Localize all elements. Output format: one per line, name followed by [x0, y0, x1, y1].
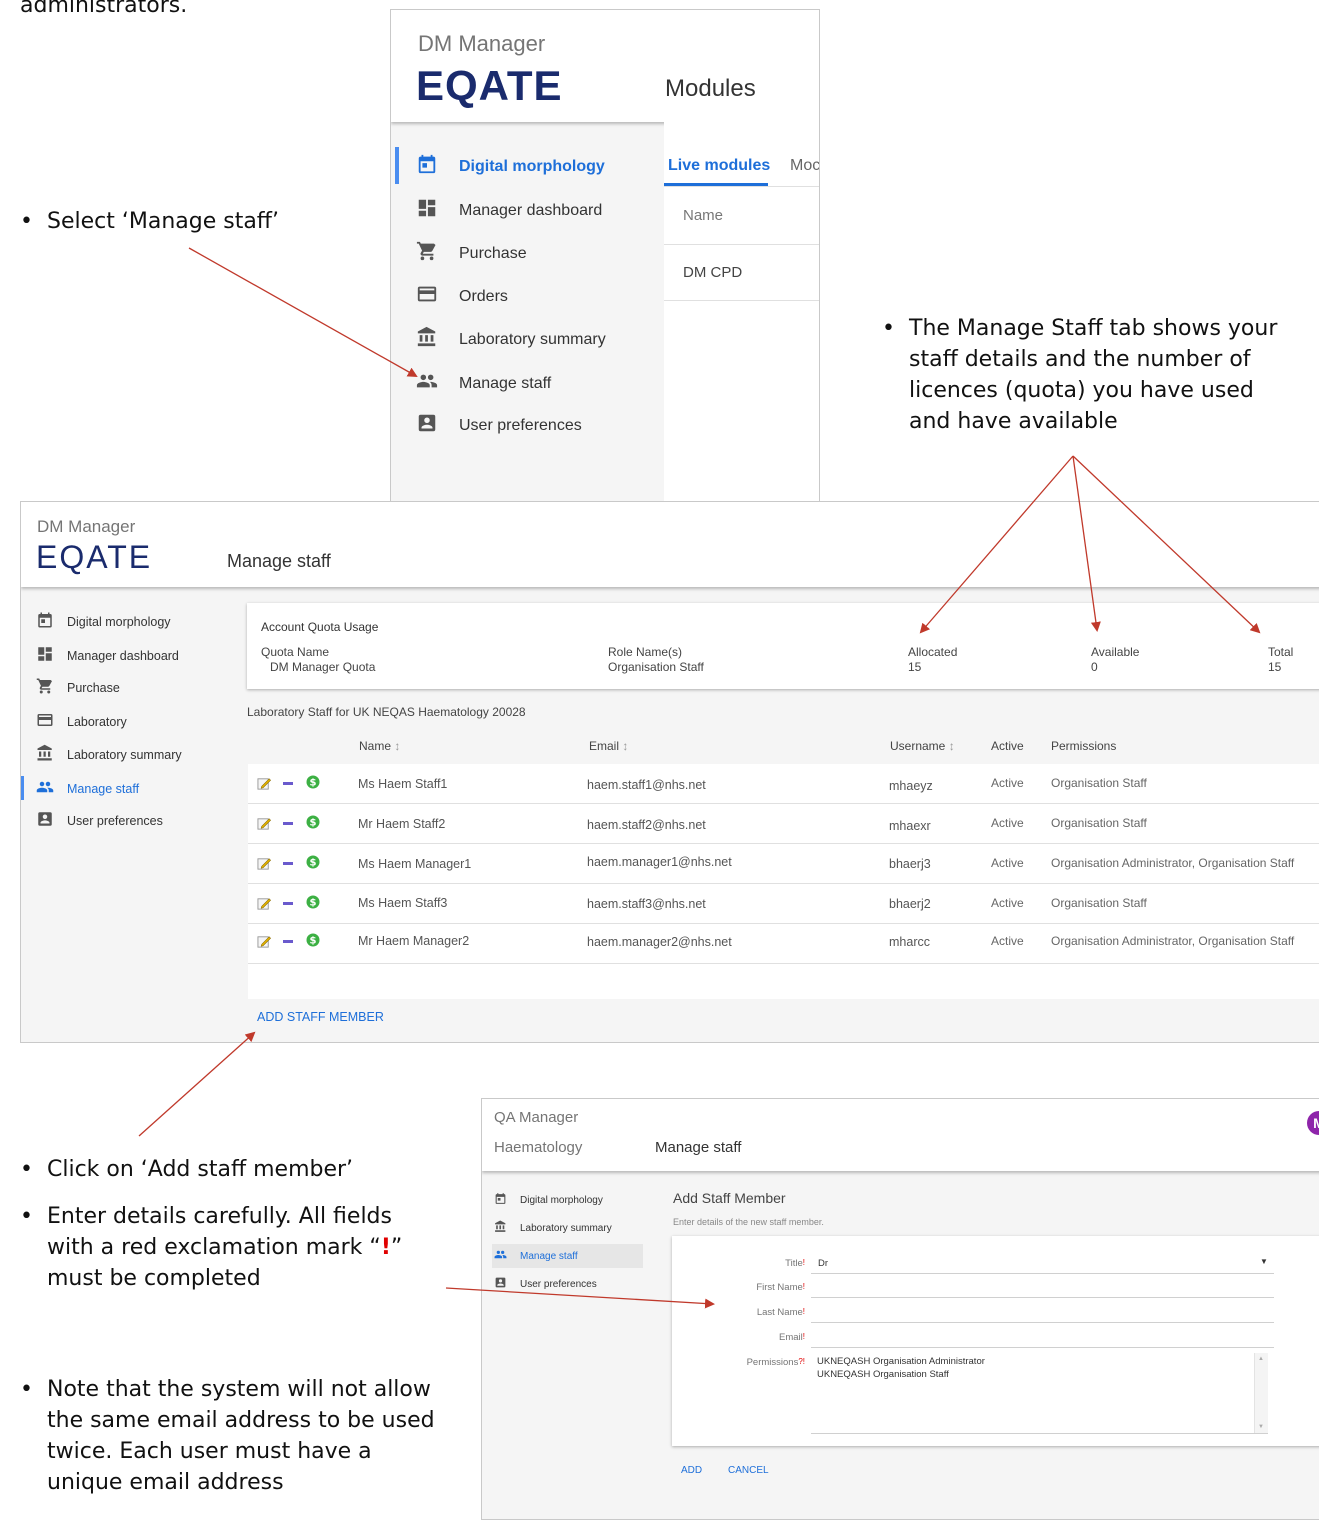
arrow-to-add-staff: [138, 1031, 256, 1137]
arrow-to-available: [1072, 455, 1101, 632]
arrow-to-required-fields: [445, 1287, 715, 1309]
arrow-to-total: [1072, 455, 1261, 634]
arrow-to-allocated: [919, 455, 1074, 634]
annotation-arrows: [138, 247, 1261, 1309]
arrow-to-manage-staff: [188, 247, 418, 377]
